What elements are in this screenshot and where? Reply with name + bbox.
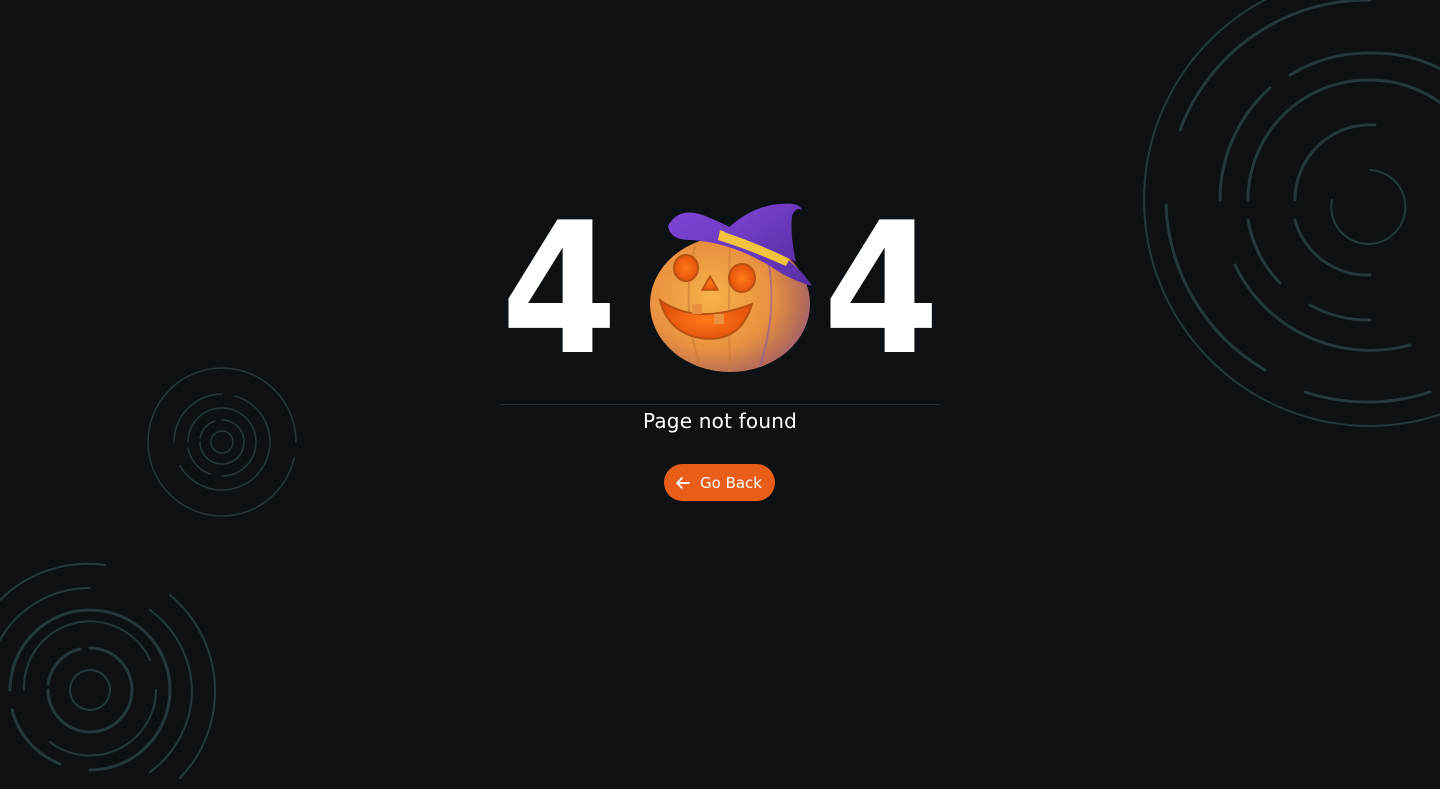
not-found-page: 4 4 Page not found Go Back [0, 0, 1440, 789]
go-back-label: Go Back [700, 473, 762, 492]
error-digit-left: 4 [501, 183, 617, 395]
go-back-button[interactable]: Go Back [664, 464, 775, 501]
arrow-left-icon [675, 475, 691, 491]
decorative-rings-top-right [1120, 0, 1440, 440]
jack-o-lantern-witch-hat-icon [640, 196, 820, 376]
decorative-rings-left-middle [140, 362, 305, 527]
error-digit-right: 4 [823, 183, 939, 395]
error-message: Page not found [642, 409, 797, 433]
decorative-rings-bottom-left [0, 560, 230, 789]
divider [500, 404, 940, 405]
